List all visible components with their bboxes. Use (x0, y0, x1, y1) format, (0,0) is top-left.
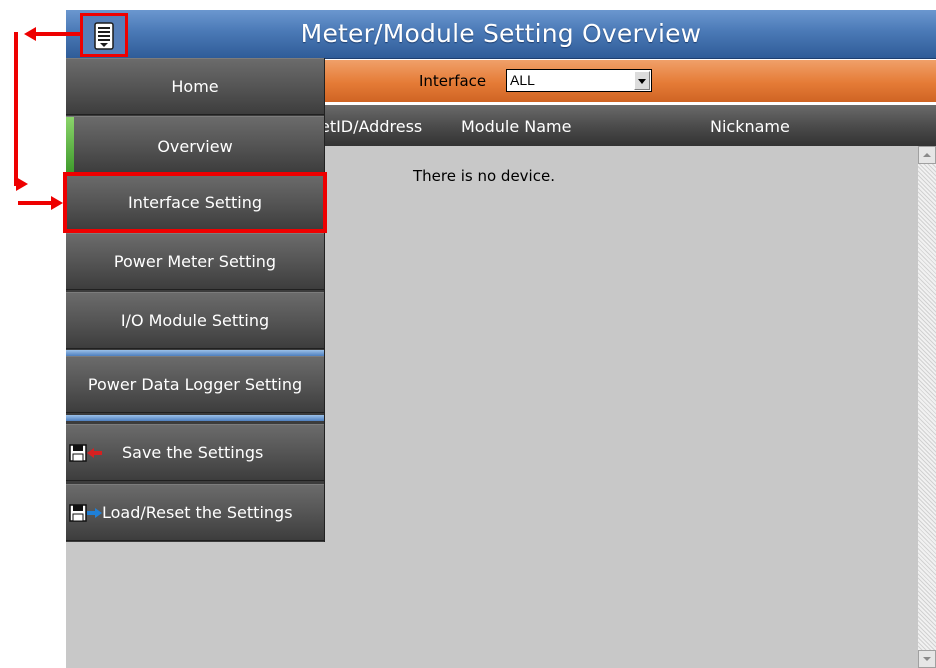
empty-message: There is no device. (413, 167, 555, 185)
vertical-scrollbar[interactable] (918, 146, 936, 668)
dropdown-arrow-icon[interactable] (634, 71, 650, 90)
menu-item-label: Save the Settings (122, 443, 264, 462)
scroll-down-button[interactable] (918, 650, 936, 668)
menu-item-home[interactable]: Home (66, 58, 324, 115)
annotation-arrow-line (14, 32, 18, 186)
interface-label: Interface (419, 72, 487, 90)
column-module-name[interactable]: Module Name (461, 117, 571, 136)
menu-item-io-module-setting[interactable]: I/O Module Setting (66, 292, 324, 349)
page-title: Meter/Module Setting Overview (300, 19, 702, 48)
menu-item-power-meter-setting[interactable]: Power Meter Setting (66, 233, 324, 290)
menu-item-label: Load/Reset the Settings (102, 503, 293, 522)
interface-select-value: ALL (510, 72, 535, 88)
interface-select[interactable]: ALL (506, 69, 652, 92)
load-settings-icon (69, 504, 102, 522)
menu-item-label: Home (171, 77, 219, 96)
menu-item-label: Interface Setting (127, 193, 262, 212)
menu-item-load-reset-settings[interactable]: Load/Reset the Settings (66, 484, 324, 541)
menu-item-label: I/O Module Setting (120, 311, 270, 330)
menu-list-icon (94, 22, 114, 50)
menu-item-label: Power Meter Setting (113, 252, 277, 271)
menu-item-interface-setting[interactable]: Interface Setting (66, 174, 324, 231)
side-menu: Home Overview Interface Setting Power Me… (66, 58, 324, 542)
menu-item-save-settings[interactable]: Save the Settings (66, 424, 324, 481)
annotation-arrowhead (24, 27, 36, 41)
menu-item-label: Overview (157, 137, 233, 156)
column-netid-address[interactable]: NetID/Address (308, 117, 422, 136)
annotation-arrow-line (18, 201, 52, 205)
annotation-arrowhead (51, 196, 63, 210)
save-settings-icon (69, 444, 102, 462)
annotation-arrow-line (36, 32, 80, 36)
menu-item-label: Power Data Logger Setting (87, 375, 303, 394)
menu-separator (66, 415, 324, 421)
menu-item-overview[interactable]: Overview (66, 116, 324, 173)
menu-toggle-button[interactable] (80, 13, 128, 57)
column-nickname[interactable]: Nickname (710, 117, 790, 136)
scroll-up-button[interactable] (918, 146, 936, 164)
annotation-arrowhead (16, 177, 28, 191)
menu-item-power-data-logger-setting[interactable]: Power Data Logger Setting (66, 356, 324, 413)
active-indicator (66, 117, 74, 172)
